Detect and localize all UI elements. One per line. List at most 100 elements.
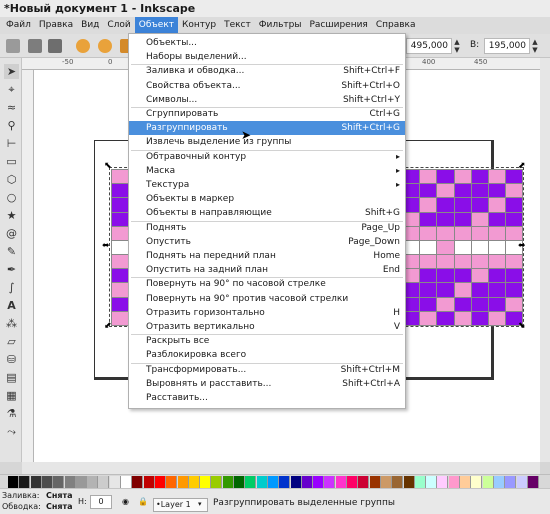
color-swatch[interactable]: [335, 476, 347, 488]
menu-view[interactable]: Вид: [77, 17, 103, 34]
color-swatch[interactable]: [448, 476, 460, 488]
height-field[interactable]: 195,000: [484, 38, 530, 54]
box3d-tool-icon[interactable]: ⬡: [4, 172, 19, 187]
spray-tool-icon[interactable]: ⁂: [4, 316, 19, 331]
color-swatch[interactable]: [358, 476, 370, 488]
menu-edit[interactable]: Правка: [35, 17, 77, 34]
stroke-value[interactable]: Снята: [46, 502, 73, 511]
color-swatch[interactable]: [87, 476, 99, 488]
color-swatch[interactable]: [109, 476, 121, 488]
chevron-down-icon[interactable]: ▾: [198, 500, 202, 508]
menu-item-19[interactable]: Отразить горизонтально H: [129, 306, 405, 320]
menu-item-12[interactable]: Объекты в направляющие Shift+G: [129, 206, 405, 220]
gradient-tool-icon[interactable]: ▤: [4, 370, 19, 385]
rotate-ccw-icon[interactable]: [76, 39, 90, 53]
eye-icon[interactable]: ◉: [122, 497, 129, 506]
menu-item-4[interactable]: Символы... Shift+Ctrl+Y: [129, 93, 405, 107]
dropper-tool-icon[interactable]: ⚗: [4, 406, 19, 421]
color-swatch[interactable]: [188, 476, 200, 488]
opacity-field[interactable]: 0: [90, 495, 112, 509]
y-field[interactable]: 495,000: [406, 38, 452, 54]
pencil-tool-icon[interactable]: ✎: [4, 244, 19, 259]
color-swatch[interactable]: [460, 476, 471, 488]
connector-tool-icon[interactable]: ⤳: [4, 424, 19, 439]
color-swatch[interactable]: [234, 476, 245, 488]
tweak-tool-icon[interactable]: ≈: [4, 100, 19, 115]
menu-item-0[interactable]: Объекты...: [129, 36, 405, 50]
pen-tool-icon[interactable]: ✒: [4, 262, 19, 277]
spiral-tool-icon[interactable]: @: [4, 226, 19, 241]
deselect-icon[interactable]: [48, 39, 62, 53]
selector-tool-icon[interactable]: ➤: [4, 64, 19, 79]
scale-handle-ne[interactable]: ⬈: [518, 162, 527, 171]
menu-text[interactable]: Текст: [220, 17, 255, 34]
ellipse-tool-icon[interactable]: ○: [4, 190, 19, 205]
color-swatch[interactable]: [505, 476, 517, 488]
menu-item-5[interactable]: Сгруппировать Ctrl+G: [129, 107, 405, 121]
menu-item-1[interactable]: Наборы выделений...: [129, 50, 405, 64]
measure-tool-icon[interactable]: ⊢: [4, 136, 19, 151]
color-swatch[interactable]: [8, 476, 19, 488]
color-swatch[interactable]: [482, 476, 494, 488]
star-tool-icon[interactable]: ★: [4, 208, 19, 223]
calligraphy-tool-icon[interactable]: ∫: [4, 280, 19, 295]
menu-file[interactable]: Файл: [2, 17, 35, 34]
menu-item-25[interactable]: Расставить...: [129, 391, 405, 405]
scale-handle-sw[interactable]: ⬋: [104, 322, 113, 331]
menu-item-15[interactable]: Поднять на передний план Home: [129, 249, 405, 263]
menu-item-11[interactable]: Объекты в маркер: [129, 192, 405, 206]
menu-item-18[interactable]: Повернуть на 90° против часовой стрелки: [129, 292, 405, 306]
color-swatch[interactable]: [245, 476, 257, 488]
color-swatch[interactable]: [211, 476, 223, 488]
color-swatch[interactable]: [98, 476, 110, 488]
menu-item-2[interactable]: Заливка и обводка... Shift+Ctrl+F: [129, 64, 405, 78]
menu-filters[interactable]: Фильтры: [255, 17, 306, 34]
menu-item-7[interactable]: Извлечь выделение из группы: [129, 135, 405, 149]
menu-item-13[interactable]: Поднять Page_Up: [129, 221, 405, 235]
color-swatch[interactable]: [154, 476, 166, 488]
vertical-scrollbar[interactable]: [540, 58, 550, 462]
color-swatch[interactable]: [132, 476, 144, 488]
color-swatch[interactable]: [392, 476, 404, 488]
color-swatch[interactable]: [426, 476, 438, 488]
menu-layer[interactable]: Слой: [103, 17, 134, 34]
color-swatch[interactable]: [41, 476, 53, 488]
menu-item-22[interactable]: Разблокировка всего: [129, 348, 405, 362]
eraser-tool-icon[interactable]: ▱: [4, 334, 19, 349]
menu-item-14[interactable]: Опустить Page_Down: [129, 235, 405, 249]
scale-handle-w[interactable]: ⬌: [102, 242, 111, 251]
menu-item-3[interactable]: Свойства объекта... Shift+Ctrl+O: [129, 79, 405, 93]
menu-item-23[interactable]: Трансформировать... Shift+Ctrl+M: [129, 363, 405, 377]
menu-help[interactable]: Справка: [372, 17, 420, 34]
color-swatch[interactable]: [313, 476, 325, 488]
menu-item-9[interactable]: Маска ▸: [129, 164, 405, 178]
menu-object[interactable]: Объект: [134, 17, 179, 34]
color-swatch[interactable]: [347, 476, 358, 488]
color-swatch[interactable]: [200, 476, 212, 488]
select-all-layers-icon[interactable]: [28, 39, 42, 53]
color-swatch[interactable]: [290, 476, 302, 488]
menu-item-8[interactable]: Обтравочный контур ▸: [129, 150, 405, 164]
height-spinner[interactable]: ▲ ▼: [530, 38, 540, 54]
color-swatch[interactable]: [30, 476, 42, 488]
color-swatch[interactable]: [279, 476, 291, 488]
color-swatch[interactable]: [222, 476, 234, 488]
menu-item-21[interactable]: Раскрыть все: [129, 334, 405, 348]
menu-extensions[interactable]: Расширения: [305, 17, 371, 34]
menu-item-24[interactable]: Выровнять и расставить... Shift+Ctrl+A: [129, 377, 405, 391]
menu-item-6[interactable]: Разгруппировать Shift+Ctrl+G: [129, 121, 405, 136]
color-swatch[interactable]: [369, 476, 381, 488]
node-tool-icon[interactable]: ⌖: [4, 82, 19, 97]
y-spinner[interactable]: ▲ ▼: [452, 38, 462, 54]
lock-icon[interactable]: 🔒: [138, 497, 148, 506]
menu-item-20[interactable]: Отразить вертикально V: [129, 320, 405, 334]
text-tool-icon[interactable]: A: [4, 298, 19, 313]
color-swatch[interactable]: [414, 476, 426, 488]
color-swatch[interactable]: [471, 476, 483, 488]
color-swatch[interactable]: [516, 476, 528, 488]
select-all-icon[interactable]: [6, 39, 20, 53]
color-swatch[interactable]: [143, 476, 155, 488]
color-swatch[interactable]: [324, 476, 336, 488]
scale-handle-se[interactable]: ⬊: [518, 322, 527, 331]
menu-item-16[interactable]: Опустить на задний план End: [129, 263, 405, 277]
